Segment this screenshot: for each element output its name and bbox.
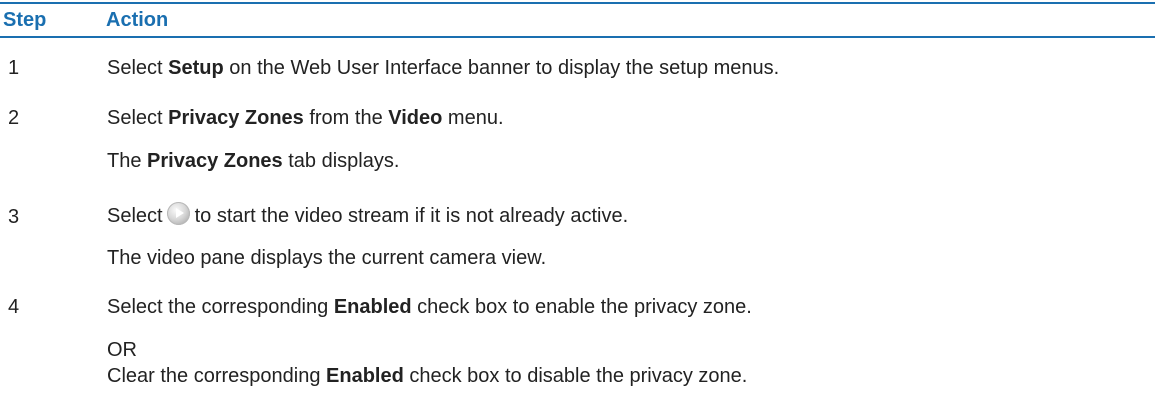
action-text: check box to enable the privacy zone.: [411, 296, 752, 318]
ui-term-privacy-zones: Privacy Zones: [168, 107, 304, 129]
step-result-text: The video pane displays the current came…: [107, 247, 547, 269]
result-text: The: [107, 150, 148, 172]
ui-term-video: Video: [388, 107, 443, 129]
action-text: menu.: [442, 107, 504, 129]
ui-term-enabled: Enabled: [326, 365, 404, 387]
action-text: Clear the corresponding: [107, 365, 327, 387]
action-text: check box to disable the privacy zone.: [403, 365, 748, 387]
action-text: from the: [303, 107, 389, 129]
or-text: OR: [107, 339, 137, 361]
step-alt-action-text: Clear the corresponding Enabled check bo…: [107, 364, 747, 388]
step-action-text: Select the corresponding Enabled check b…: [107, 295, 752, 319]
action-text: on the Web User Interface banner to disp…: [223, 57, 780, 79]
step-result-text: The Privacy Zones tab displays.: [107, 149, 399, 173]
step-action-text: Select to start the video stream if it is…: [107, 202, 628, 228]
table-header-row: Step Action: [0, 4, 1155, 38]
ui-term-enabled: Enabled: [333, 296, 412, 318]
action-column-header: Action: [106, 9, 169, 31]
action-text: Select: [107, 57, 169, 79]
play-icon: [166, 202, 190, 225]
step-action-text: Select Privacy Zones from the Video menu…: [107, 106, 504, 130]
ui-term-setup: Setup: [168, 57, 224, 79]
action-text: Select: [107, 107, 169, 129]
action-text: Select: [107, 205, 163, 227]
step-number: 1: [8, 57, 20, 79]
step-number: 3: [8, 206, 20, 228]
action-text: Select the corresponding: [107, 296, 334, 318]
step-column-header: Step: [3, 9, 47, 31]
action-text: to start the video stream if it is not a…: [194, 205, 629, 227]
ui-term-privacy-zones: Privacy Zones: [147, 150, 283, 172]
step-action-text: Select Setup on the Web User Interface b…: [107, 56, 779, 80]
step-number: 4: [8, 296, 20, 318]
step-number: 2: [8, 107, 20, 129]
result-text: tab displays.: [282, 150, 400, 172]
